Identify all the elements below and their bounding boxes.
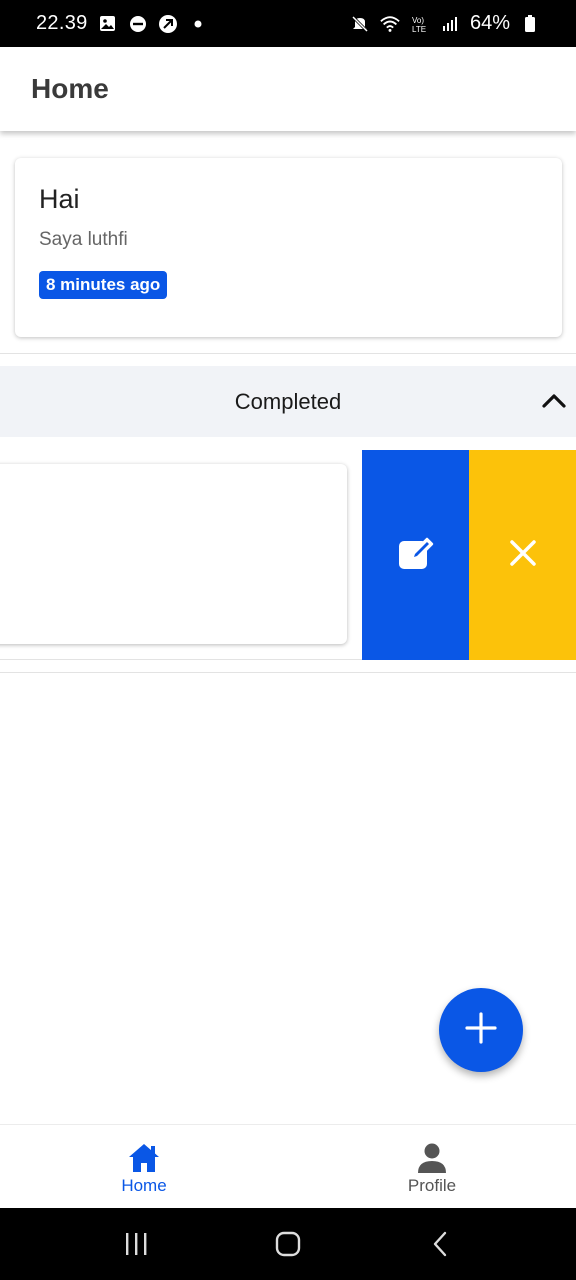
task-card[interactable]: Hai Saya luthfi 8 minutes ago [15,158,562,337]
divider [0,672,576,673]
home-system-icon[interactable] [268,1224,308,1264]
gallery-icon [98,14,118,34]
dot-icon [188,14,208,34]
back-icon[interactable] [420,1224,460,1264]
time-badge: 8 minutes ago [39,271,168,299]
status-right: Vo) LTE 64% [350,12,540,35]
completed-label: Completed [234,388,342,414]
chevron-up-icon[interactable] [536,383,572,419]
page-title: Home [31,73,109,104]
status-left: 22.39 [36,12,208,35]
svg-text:Vo): Vo) [412,16,424,25]
nav-label-profile: Profile [407,1175,457,1195]
task-title: Hai [39,184,80,214]
mute-icon [350,14,370,34]
volte-icon: Vo) LTE [410,14,430,34]
completed-section-header[interactable]: Completed [0,366,576,437]
recent-apps-icon[interactable] [116,1224,156,1264]
system-navigation-bar [0,1208,576,1280]
divider [0,353,576,354]
vpn-icon [158,14,178,34]
home-icon [127,1142,161,1174]
edit-action-button[interactable] [362,450,469,660]
delete-action-button[interactable] [469,450,576,660]
plus-icon [464,1011,498,1050]
signal-icon [440,14,460,34]
nav-item-profile[interactable]: Profile [288,1125,576,1208]
battery-icon [520,14,540,34]
app-bar: Home [0,47,576,131]
completed-task-card[interactable] [0,464,347,644]
task-description: Saya luthfi [39,229,128,250]
battery-percent: 64% [469,12,510,34]
screen: 22.39 Vo) LTE 64% Home Hai Saya luthfi 8… [0,0,576,1280]
close-icon [508,538,538,573]
person-icon [417,1142,447,1174]
status-time: 22.39 [36,12,88,34]
status-bar: 22.39 Vo) LTE 64% [0,0,576,47]
edit-icon [396,533,436,578]
wifi-icon [380,14,400,34]
nav-label-home: Home [121,1175,167,1195]
divider [0,659,362,660]
bottom-navigation: Home Profile [0,1124,576,1208]
nav-item-home[interactable]: Home [0,1125,288,1208]
add-task-button[interactable] [439,988,523,1072]
svg-text:LTE: LTE [412,25,426,34]
dnd-icon [128,14,148,34]
